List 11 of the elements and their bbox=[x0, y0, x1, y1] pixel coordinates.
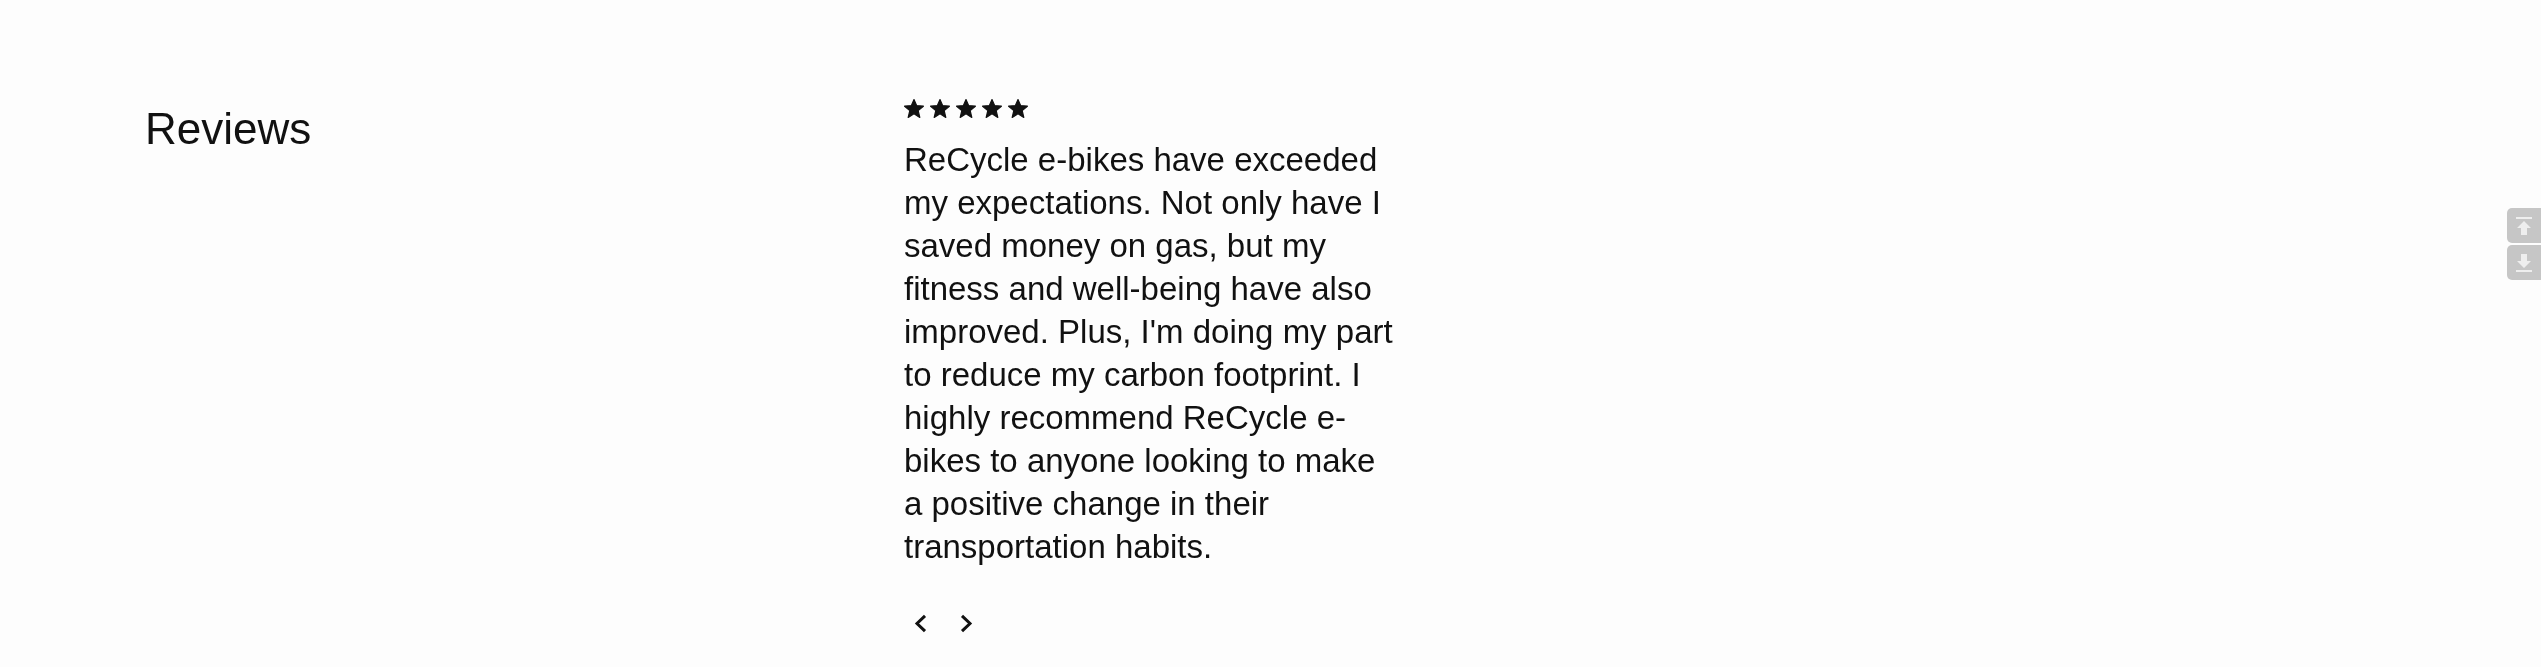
chevron-right-icon bbox=[959, 613, 973, 633]
star-icon bbox=[930, 99, 950, 118]
star-icon bbox=[982, 99, 1002, 118]
chevron-left-icon bbox=[913, 613, 927, 633]
review-text: ReCycle e-bikes have exceeded my expectations. Not only have I saved money on gas, but my fitness and well-being have also improved. Plus, I'm doing my part to reduce my carbon footprint. I highly recommend ReCycle e-bikes to anyone looking to make a positive change in their transportation habits. bbox=[904, 140, 1394, 567]
section-heading: Reviews bbox=[145, 107, 312, 151]
arrow-to-top-icon bbox=[2516, 216, 2532, 235]
star-icon bbox=[1008, 99, 1028, 118]
arrow-to-bottom-icon bbox=[2516, 253, 2532, 272]
star-icon bbox=[904, 99, 924, 118]
star-icon bbox=[956, 99, 976, 118]
